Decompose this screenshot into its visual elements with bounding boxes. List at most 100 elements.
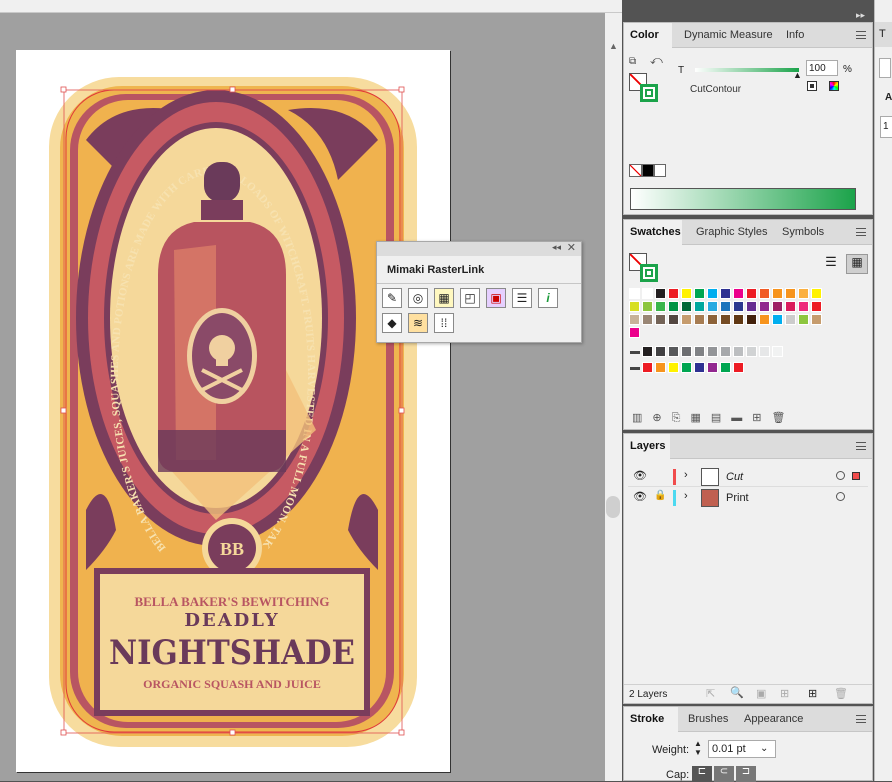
square-cap-button[interactable]: ⊐ <box>736 766 756 782</box>
libraries-icon[interactable]: ▥ <box>632 412 652 424</box>
color-swatch[interactable] <box>798 314 809 325</box>
color-swatch[interactable] <box>629 301 640 312</box>
locate-object-icon[interactable]: 🔍 <box>730 686 744 699</box>
color-swatch[interactable] <box>655 314 666 325</box>
clipping-mask-icon[interactable]: ▣ <box>756 687 766 700</box>
color-swatch[interactable] <box>642 301 653 312</box>
scrollbar-thumb[interactable] <box>606 496 620 518</box>
list-icon[interactable]: ☰ <box>512 288 532 308</box>
color-swatch[interactable] <box>720 288 731 299</box>
color-swatch[interactable] <box>655 346 666 357</box>
color-swatch[interactable] <box>785 288 796 299</box>
show-kinds-icon[interactable]: ⊕ <box>652 412 671 424</box>
tab-dynamic-measure[interactable]: Dynamic Measure <box>678 23 779 48</box>
color-swatch[interactable] <box>746 314 757 325</box>
color-swatch[interactable] <box>798 288 809 299</box>
butt-cap-button[interactable]: ⊏ <box>692 766 712 782</box>
new-swatch-list-icon[interactable]: ▤ <box>711 412 731 424</box>
visibility-eye-icon[interactable]: 👁 <box>633 469 647 482</box>
color-swatch[interactable] <box>655 301 666 312</box>
color-swatch[interactable] <box>694 314 705 325</box>
color-swatch[interactable] <box>681 346 692 357</box>
panel-drag-bar[interactable]: ◂◂ ✕ <box>377 242 581 256</box>
slider-handle-icon[interactable]: ▲ <box>793 70 802 80</box>
tab-info[interactable]: Info <box>780 23 810 48</box>
stroke-color-swatch[interactable] <box>640 264 658 282</box>
black-color-icon[interactable] <box>642 164 654 177</box>
pen-tool-icon[interactable]: ✎ <box>382 288 402 308</box>
color-swatch[interactable] <box>733 362 744 373</box>
new-layer-icon[interactable]: ⊞ <box>808 687 817 700</box>
color-swatch[interactable] <box>733 314 744 325</box>
tab-color[interactable]: Color <box>624 23 672 48</box>
color-swatch[interactable] <box>772 301 783 312</box>
color-swatch[interactable] <box>694 301 705 312</box>
tab-appearance[interactable]: Appearance <box>738 707 809 732</box>
swatch-options-icon[interactable]: ⎘ <box>672 412 691 424</box>
color-swatch[interactable] <box>668 288 679 299</box>
trash-icon[interactable]: 🗑 <box>771 412 795 424</box>
visibility-eye-icon[interactable]: 👁 <box>633 490 647 503</box>
selection-square-icon[interactable] <box>852 472 860 480</box>
new-group-icon[interactable]: ▦ <box>690 412 710 424</box>
tab-mimaki-rasterlink[interactable]: Mimaki RasterLink <box>381 257 491 283</box>
color-swatch[interactable] <box>811 314 822 325</box>
color-swatch[interactable] <box>798 301 809 312</box>
swap-colors-icon[interactable]: ⤺ <box>650 53 663 67</box>
color-swatch[interactable] <box>733 288 744 299</box>
selection-handle[interactable] <box>60 86 67 93</box>
color-swatch[interactable] <box>668 362 679 373</box>
color-swatch[interactable] <box>772 314 783 325</box>
close-icon[interactable]: ✕ <box>567 241 576 254</box>
color-swatch[interactable] <box>772 288 783 299</box>
lock-icon[interactable]: 🔒 <box>654 490 666 501</box>
color-swatch[interactable] <box>707 288 718 299</box>
tab-layers[interactable]: Layers <box>624 434 670 459</box>
delete-layer-icon[interactable]: 🗑 <box>834 687 848 700</box>
layer-name[interactable]: Cut <box>726 471 743 483</box>
vertical-scrollbar[interactable]: ▲ <box>605 13 622 781</box>
weight-stepper-icon[interactable]: ▲ ▼ <box>694 739 702 757</box>
color-swatch[interactable] <box>668 346 679 357</box>
color-swatch[interactable] <box>759 346 770 357</box>
panel-menu-icon[interactable] <box>856 31 866 39</box>
swatch-footer-icons[interactable]: ▥⊕⎘▦▤▬⊞🗑 <box>632 411 864 425</box>
export-icon[interactable]: ⇱ <box>706 687 715 700</box>
tint-value-input[interactable]: 100 <box>806 60 838 76</box>
color-swatch[interactable] <box>772 346 783 357</box>
none-color-icon[interactable] <box>629 164 642 177</box>
panel-menu-icon[interactable] <box>856 442 866 450</box>
color-swatch[interactable] <box>746 288 757 299</box>
color-swatch[interactable] <box>811 288 822 299</box>
strip-value[interactable]: 1 <box>880 116 892 138</box>
weight-dropdown-icon[interactable]: ⌄ <box>760 743 768 754</box>
tab-brushes[interactable]: Brushes <box>682 707 734 732</box>
panel-menu-icon[interactable] <box>856 228 866 236</box>
fill-bucket-icon[interactable]: ◆ <box>382 313 402 333</box>
color-swatch[interactable] <box>642 288 653 299</box>
expand-dock-icon[interactable]: ▸▸ <box>856 10 865 21</box>
selection-handle[interactable] <box>229 86 236 93</box>
panel-menu-icon[interactable] <box>856 715 866 723</box>
layers-stack-icon[interactable]: ≋ <box>408 313 428 333</box>
layer-row[interactable]: 👁 🔒 › Print <box>628 488 868 508</box>
grid-pattern-icon[interactable]: ▦ <box>434 288 454 308</box>
color-swatch[interactable] <box>733 301 744 312</box>
color-swatch[interactable] <box>720 346 731 357</box>
color-swatch[interactable] <box>642 314 653 325</box>
color-swatch[interactable] <box>733 346 744 357</box>
swatch-group-folder-icon[interactable]: ▬ <box>630 345 640 359</box>
color-swatch[interactable] <box>720 362 731 373</box>
selection-handle[interactable] <box>398 729 405 736</box>
default-colors-icon[interactable]: ⧉ <box>629 55 636 69</box>
tab-symbols[interactable]: Symbols <box>776 220 830 245</box>
swatch-group-folder-icon[interactable]: ▬ <box>630 361 640 375</box>
color-swatch[interactable] <box>785 314 796 325</box>
collapse-icon[interactable]: ◂◂ <box>552 242 561 253</box>
info-icon[interactable]: i <box>538 288 558 308</box>
color-swatch[interactable] <box>707 301 718 312</box>
color-swatch[interactable] <box>681 301 692 312</box>
white-color-icon[interactable] <box>654 164 666 177</box>
list-view-icon[interactable]: ☰ <box>820 254 842 274</box>
color-swatch[interactable] <box>746 346 757 357</box>
